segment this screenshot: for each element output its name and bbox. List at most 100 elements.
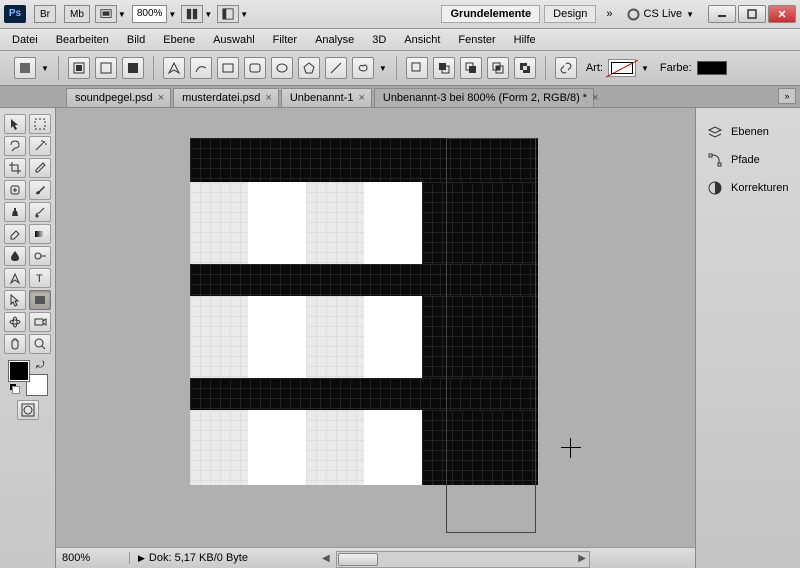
brush-tool[interactable] xyxy=(29,180,51,200)
marquee-tool[interactable] xyxy=(29,114,51,134)
panel-korrekturen[interactable]: Korrekturen xyxy=(702,174,794,202)
tab-unbenannt1[interactable]: Unbenannt-1× xyxy=(281,88,372,107)
default-colors-icon[interactable] xyxy=(10,384,20,394)
polygon-shape-icon[interactable] xyxy=(298,57,320,79)
dodge-tool[interactable] xyxy=(29,246,51,266)
style-picker[interactable] xyxy=(608,59,636,77)
tool-preset-picker[interactable] xyxy=(14,57,36,79)
path-intersect-icon[interactable] xyxy=(487,57,509,79)
document-tabs: soundpegel.psd× musterdatei.psd× Unbenan… xyxy=(0,86,800,108)
path-new-icon[interactable] xyxy=(406,57,428,79)
status-zoom-field[interactable]: 800% xyxy=(56,552,130,564)
screen-layout-button[interactable] xyxy=(217,5,239,23)
adjustments-icon xyxy=(706,179,724,197)
scrollbar-thumb[interactable] xyxy=(338,553,378,566)
panel-pfade[interactable]: Pfade xyxy=(702,146,794,174)
link-icon[interactable] xyxy=(555,57,577,79)
window-close-button[interactable] xyxy=(768,5,796,23)
pen-tool[interactable] xyxy=(4,268,26,288)
path-exclude-icon[interactable] xyxy=(514,57,536,79)
menu-bild[interactable]: Bild xyxy=(127,34,145,46)
path-selection-tool[interactable] xyxy=(4,290,26,310)
screen-mode-button[interactable] xyxy=(95,5,117,23)
menu-bar: Datei Bearbeiten Bild Ebene Auswahl Filt… xyxy=(0,29,800,51)
panel-ebenen[interactable]: Ebenen xyxy=(702,118,794,146)
clone-stamp-tool[interactable] xyxy=(4,202,26,222)
status-doc-info[interactable]: ▶Dok: 5,17 KB/0 Byte xyxy=(130,552,256,564)
magic-wand-tool[interactable] xyxy=(29,136,51,156)
svg-text:T: T xyxy=(36,273,43,285)
close-tab-icon[interactable]: × xyxy=(358,92,364,104)
freeform-pen-icon[interactable] xyxy=(190,57,212,79)
menu-auswahl[interactable]: Auswahl xyxy=(213,34,255,46)
3d-camera-tool[interactable] xyxy=(29,312,51,332)
paths-mode[interactable] xyxy=(95,57,117,79)
crop-tool[interactable] xyxy=(4,158,26,178)
arrange-documents-button[interactable] xyxy=(181,5,203,23)
3d-rotate-tool[interactable] xyxy=(4,312,26,332)
menu-3d[interactable]: 3D xyxy=(372,34,386,46)
shape-layers-mode[interactable] xyxy=(68,57,90,79)
menu-ebene[interactable]: Ebene xyxy=(163,34,195,46)
lasso-tool[interactable] xyxy=(4,136,26,156)
menu-ansicht[interactable]: Ansicht xyxy=(404,34,440,46)
close-tab-icon[interactable]: × xyxy=(592,92,598,104)
art-label: Art: xyxy=(586,62,603,74)
workspace-more-button[interactable]: » xyxy=(600,8,618,20)
document-canvas[interactable] xyxy=(190,138,538,502)
minibridge-button[interactable]: Mb xyxy=(64,5,90,23)
color-label: Farbe: xyxy=(660,62,692,74)
tab-unbenannt3[interactable]: Unbenannt-3 bei 800% (Form 2, RGB/8) *× xyxy=(374,88,594,107)
close-tab-icon[interactable]: × xyxy=(265,92,271,104)
workspace-grundelemente[interactable]: Grundelemente xyxy=(441,5,540,23)
move-tool[interactable] xyxy=(4,114,26,134)
fill-color-swatch[interactable] xyxy=(697,61,727,75)
gradient-tool[interactable] xyxy=(29,224,51,244)
path-subtract-icon[interactable] xyxy=(460,57,482,79)
zoom-level-field[interactable]: 800% xyxy=(132,5,168,23)
panel-dock: Ebenen Pfade Korrekturen xyxy=(695,108,800,568)
options-bar: ▼ ▼ Art: ▼ Farbe: xyxy=(0,51,800,86)
menu-hilfe[interactable]: Hilfe xyxy=(514,34,536,46)
workspace-design[interactable]: Design xyxy=(544,5,596,23)
paths-icon xyxy=(706,151,724,169)
foreground-color-swatch[interactable] xyxy=(8,360,30,382)
menu-filter[interactable]: Filter xyxy=(273,34,297,46)
foreground-background-colors[interactable]: ⤾ xyxy=(8,360,48,396)
swap-colors-icon[interactable]: ⤾ xyxy=(36,360,44,371)
cslive-button[interactable]: CS Live ▼ xyxy=(627,8,694,21)
hand-tool[interactable] xyxy=(4,334,26,354)
line-shape-icon[interactable] xyxy=(325,57,347,79)
tabs-overflow-button[interactable]: » xyxy=(778,88,796,104)
path-add-icon[interactable] xyxy=(433,57,455,79)
eraser-tool[interactable] xyxy=(4,224,26,244)
close-tab-icon[interactable]: × xyxy=(158,92,164,104)
window-minimize-button[interactable] xyxy=(708,5,736,23)
rectangle-shape-icon[interactable] xyxy=(217,57,239,79)
rounded-rectangle-shape-icon[interactable] xyxy=(244,57,266,79)
tab-musterdatei[interactable]: musterdatei.psd× xyxy=(173,88,279,107)
quick-mask-button[interactable] xyxy=(17,400,39,420)
window-maximize-button[interactable] xyxy=(738,5,766,23)
type-tool[interactable]: T xyxy=(29,268,51,288)
fill-pixels-mode[interactable] xyxy=(122,57,144,79)
history-brush-tool[interactable] xyxy=(29,202,51,222)
eyedropper-tool[interactable] xyxy=(29,158,51,178)
menu-fenster[interactable]: Fenster xyxy=(458,34,495,46)
horizontal-scrollbar[interactable]: ◀ ▶ xyxy=(336,551,590,568)
menu-analyse[interactable]: Analyse xyxy=(315,34,354,46)
bridge-button[interactable]: Br xyxy=(34,5,56,23)
blur-tool[interactable] xyxy=(4,246,26,266)
healing-brush-tool[interactable] xyxy=(4,180,26,200)
canvas-area[interactable]: 800% ▶Dok: 5,17 KB/0 Byte ◀ ▶ xyxy=(56,108,695,568)
custom-shape-icon[interactable] xyxy=(352,57,374,79)
ellipse-shape-icon[interactable] xyxy=(271,57,293,79)
pen-tool-icon[interactable] xyxy=(163,57,185,79)
menu-bearbeiten[interactable]: Bearbeiten xyxy=(56,34,109,46)
menu-datei[interactable]: Datei xyxy=(12,34,38,46)
panel-label: Korrekturen xyxy=(731,182,788,194)
rectangle-tool[interactable] xyxy=(29,290,51,310)
tab-soundpegel[interactable]: soundpegel.psd× xyxy=(66,88,171,107)
zoom-tool[interactable] xyxy=(29,334,51,354)
title-bar: Ps Br Mb ▼ 800% ▼ ▼ ▼ Grundelemente Desi… xyxy=(0,0,800,29)
